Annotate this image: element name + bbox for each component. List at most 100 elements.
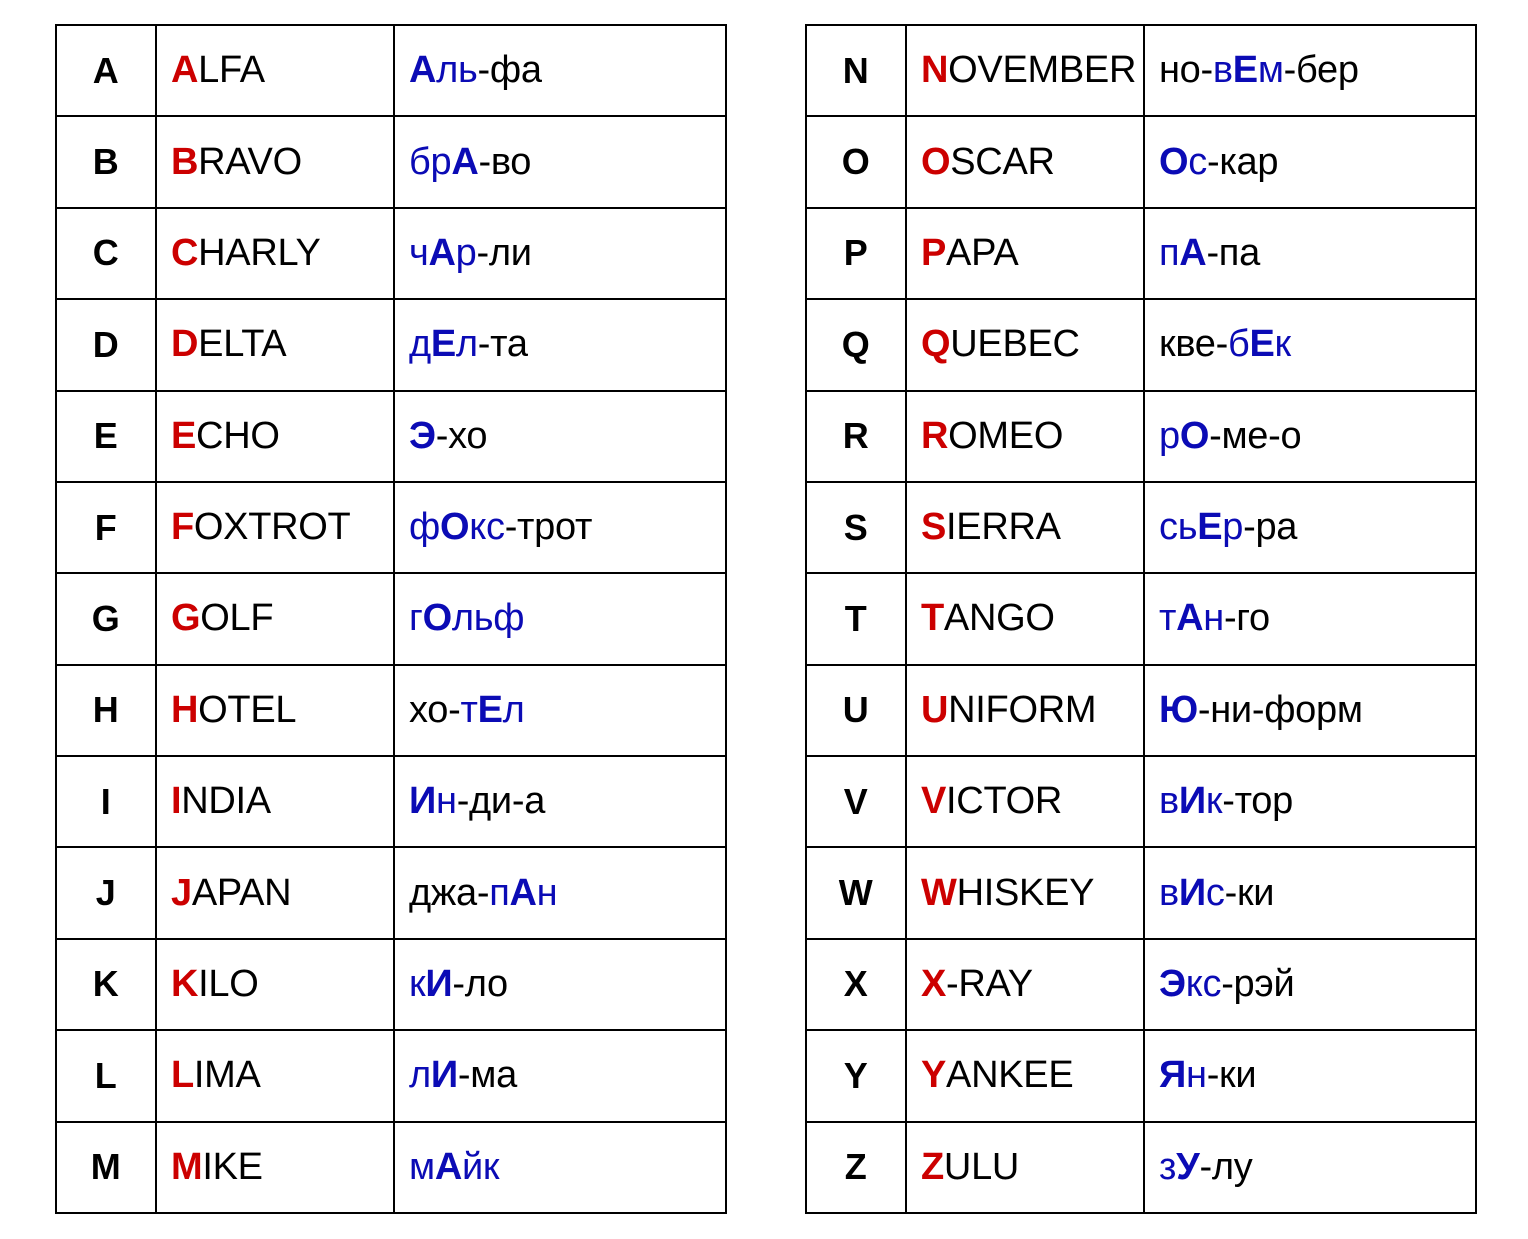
table-row: B BRAVO брА-во [55,115,727,209]
letter-cell: W [805,846,907,940]
code-word-rest: ANKEE [946,1054,1074,1097]
code-word-rest: OXTROT [193,506,351,549]
pronunciation-segment-stress-vowel: Е [1232,49,1258,92]
code-word-initial: Z [921,1145,944,1188]
table-row: Z ZULU зУ-лу [805,1120,1477,1214]
code-word-rest: CHO [196,414,280,457]
code-word-initial: L [171,1054,194,1097]
letter-cell: E [55,389,157,483]
letter-cell: D [55,298,157,392]
code-word-initial: T [921,597,944,640]
pronunciation-cell: дЕл-та [393,298,727,392]
pronunciation-segment-stress-vowel: И [409,780,437,823]
pronunciation-segment-stress-vowel: А [451,140,479,183]
code-word-initial: D [171,323,199,366]
letter-cell: U [805,663,907,758]
code-word-cell: WHISKEY [905,846,1145,940]
pronunciation-cell: кве-бЕк [1143,298,1477,392]
pronunciation-segment-stress-syllable: бр [409,140,452,183]
code-word-cell: PAPA [905,206,1145,301]
pronunciation-segment-stress-syllable: м [1257,49,1284,92]
code-word-cell: ROMEO [905,389,1145,483]
pronunciation-segment-plain: -ди-а [456,780,546,823]
pronunciation-segment-plain: хо- [409,688,461,731]
pronunciation-segment-stress-syllable: т [460,688,478,731]
code-word-initial: K [171,962,199,1005]
code-word-initial: N [921,49,949,92]
pronunciation-cell: тАн-го [1143,572,1477,666]
table-row: U UNIFORM Ю-ни-форм [805,663,1477,758]
pronunciation-segment-stress-vowel: И [1178,871,1206,914]
code-word-rest: APA [946,231,1019,274]
pronunciation-segment-stress-syllable: н [536,871,558,914]
pronunciation-segment-stress-syllable: з [1159,1145,1177,1188]
code-word-initial: G [171,597,201,640]
pronunciation-segment-stress-vowel: А [434,1145,462,1188]
phonetic-table-right: N NOVEMBER но-вЕм-бер O OSCAR Ос-кар P PAPA пА-п… [805,23,1477,1214]
pronunciation-cell: кИ-ло [393,937,727,1032]
pronunciation-segment-stress-syllable: с [1188,140,1207,183]
pronunciation-segment-stress-syllable: р [455,231,477,274]
code-word-rest: UEBEC [950,323,1080,366]
table-row: F FOXTROT фОкс-трот [55,480,727,575]
code-word-rest: HISKEY [956,871,1095,914]
pronunciation-cell: Э-хо [393,389,727,483]
code-word-cell: INDIA [155,754,395,849]
pronunciation-segment-stress-syllable: к [1274,323,1292,366]
code-word-rest: OTEL [198,688,297,731]
code-word-rest: NDIA [181,780,271,823]
pronunciation-segment-stress-syllable: д [409,323,431,366]
code-word-cell: ALFA [155,23,395,118]
code-word-cell: YANKEE [905,1029,1145,1123]
code-word-initial: H [171,688,199,731]
pronunciation-segment-stress-syllable: л [502,688,525,731]
pronunciation-cell: Экс-рэй [1143,937,1477,1032]
pronunciation-segment-stress-vowel: И [430,1054,458,1097]
letter-cell: G [55,572,157,666]
pronunciation-cell: Ян-ки [1143,1029,1477,1123]
pronunciation-segment-plain: -рэй [1221,962,1295,1005]
pronunciation-segment-stress-syllable: л [455,323,478,366]
letter-cell: S [805,480,907,575]
pronunciation-segment-stress-vowel: Э [409,414,436,457]
code-word-cell: UNIFORM [905,663,1145,758]
letter-cell: F [55,480,157,575]
code-word-initial: U [921,688,949,731]
pronunciation-segment-stress-syllable: ч [409,231,429,274]
code-word-rest: OVEMBER [948,49,1137,92]
table-row: R ROMEO рО-ме-о [805,389,1477,483]
table-row: T TANGO тАн-го [805,572,1477,666]
code-word-cell: TANGO [905,572,1145,666]
pronunciation-cell: рО-ме-о [1143,389,1477,483]
letter-cell: Q [805,298,907,392]
letter-cell: T [805,572,907,666]
pronunciation-segment-stress-syllable: н [1186,1054,1207,1097]
code-word-rest: IMA [193,1054,261,1097]
code-word-cell: DELTA [155,298,395,392]
code-word-cell: VICTOR [905,754,1145,849]
pronunciation-segment-plain: -тор [1222,780,1293,823]
pronunciation-segment-plain: -ки [1224,871,1275,914]
pronunciation-segment-stress-vowel: Я [1159,1054,1187,1097]
letter-cell: Z [805,1120,907,1214]
code-word-initial: Q [921,323,951,366]
table-row: Y YANKEE Ян-ки [805,1029,1477,1123]
code-word-initial: Y [921,1054,947,1097]
code-word-cell: OSCAR [905,115,1145,209]
code-word-cell: KILO [155,937,395,1032]
code-word-rest: ICTOR [946,780,1063,823]
pronunciation-segment-plain: джа- [409,871,490,914]
code-word-initial: I [171,780,182,823]
pronunciation-segment-stress-syllable: кс [469,506,505,549]
code-word-rest: ANGO [943,597,1055,640]
code-word-initial: F [171,506,194,549]
code-word-cell: HOTEL [155,663,395,758]
code-word-rest: LFA [198,49,265,92]
pronunciation-segment-stress-syllable: в [1212,49,1233,92]
pronunciation-cell: Ос-кар [1143,115,1477,209]
pronunciation-segment-plain: -ни-форм [1197,688,1363,731]
table-row: L LIMA лИ-ма [55,1029,727,1123]
pronunciation-segment-stress-vowel: Е [430,323,456,366]
pronunciation-segment-stress-vowel: А [428,231,456,274]
phonetic-table-left-body: A ALFA Аль-фа B BRAVO брА-во C CHARLY чАр-ли D DEL… [55,23,727,1214]
